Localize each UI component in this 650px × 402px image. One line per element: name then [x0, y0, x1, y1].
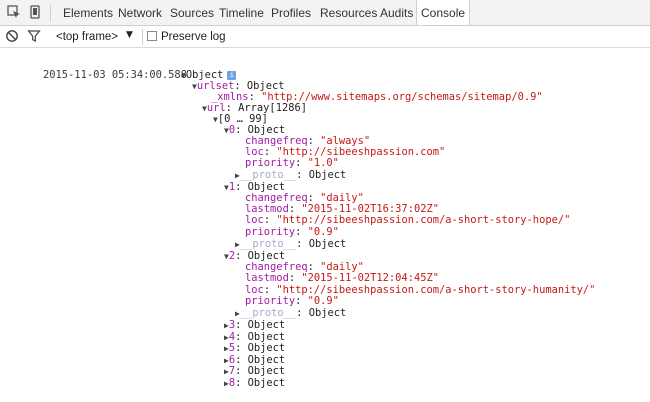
- tab-timeline[interactable]: Timeline: [219, 0, 264, 26]
- console-toolbar-separator: [142, 29, 143, 45]
- property-row: priority: "1.0": [245, 157, 339, 169]
- property-row: lastmod: "2015-11-02T12:04:45Z": [245, 272, 439, 284]
- tree-node-proto[interactable]: ▶__proto__: Object: [210, 157, 346, 181]
- tab-console[interactable]: Console: [416, 0, 471, 25]
- frame-selector[interactable]: <top frame>: [56, 29, 118, 45]
- tree-node-item-collapsed[interactable]: ▶8: Object: [199, 365, 285, 389]
- tree-node-item-collapsed[interactable]: ▶7: Object: [199, 353, 285, 377]
- tab-resources[interactable]: Resources: [320, 0, 377, 26]
- tree-node-proto[interactable]: ▶__proto__: Object: [210, 295, 346, 319]
- console-output: 2015-11-03 05:34:00.588 ▼Object i ▼urlset…: [0, 48, 650, 389]
- property-row: priority: "0.9": [245, 295, 339, 307]
- tree-node-item-collapsed[interactable]: ▶3: Object: [199, 307, 285, 331]
- chevron-down-icon[interactable]: ▼: [126, 30, 133, 40]
- tab-sources[interactable]: Sources: [170, 0, 214, 26]
- clear-console-icon[interactable]: [5, 29, 19, 43]
- tab-elements[interactable]: Elements: [63, 0, 113, 26]
- tab-profiles[interactable]: Profiles: [271, 0, 311, 26]
- console-toolbar: <top frame> ▼ Preserve log: [0, 26, 650, 48]
- filter-icon[interactable]: [27, 29, 41, 43]
- preserve-log-checkbox[interactable]: [147, 31, 157, 41]
- tab-audits[interactable]: Audits: [380, 0, 413, 26]
- inspect-icon[interactable]: [6, 4, 22, 20]
- property-row: loc: "http://sibeeshpassion.com/a-short-…: [245, 214, 571, 226]
- device-mode-icon[interactable]: [27, 4, 43, 20]
- preserve-log-label: Preserve log: [161, 31, 226, 43]
- property-row: priority: "0.9": [245, 226, 339, 238]
- tab-network[interactable]: Network: [118, 0, 162, 26]
- tree-node-proto[interactable]: ▶__proto__: Object: [210, 226, 346, 250]
- tree-node-item-collapsed[interactable]: ▶5: Object: [199, 330, 285, 354]
- devtools-toolbar: Elements Network Sources Timeline Profil…: [0, 0, 650, 26]
- toolbar-separator: [50, 4, 51, 22]
